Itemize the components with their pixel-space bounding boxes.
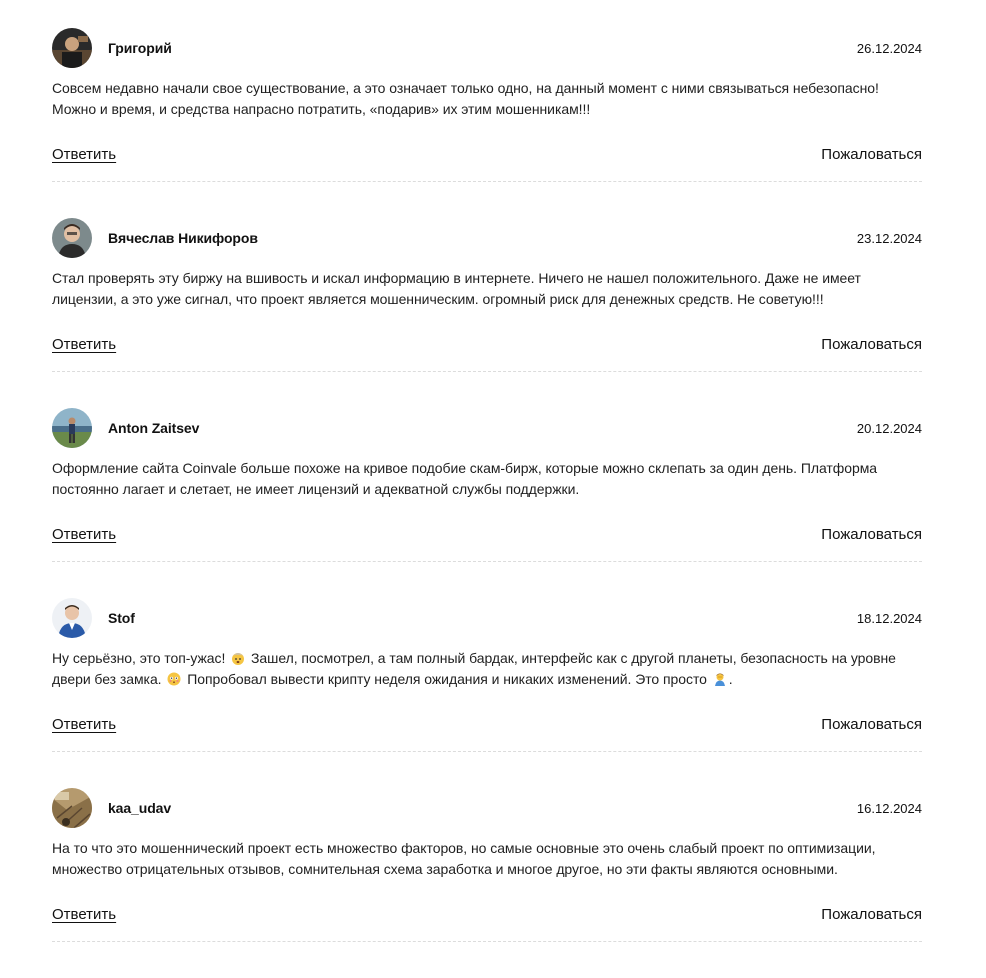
comment-item: Вячеслав Никифоров 23.12.2024 Стал прове… — [52, 218, 922, 408]
exploding-head-emoji-icon — [231, 650, 245, 665]
report-link[interactable]: Пожаловаться — [821, 526, 922, 543]
reply-link[interactable]: Ответить — [52, 716, 116, 733]
flushed-face-emoji-icon — [167, 671, 181, 686]
comment-text-part: На то что это мошеннический проект есть … — [52, 840, 876, 877]
reply-link[interactable]: Ответить — [52, 336, 116, 353]
comment-text: Ну серьёзно, это топ-ужас! Зашел, посмот… — [52, 648, 922, 690]
divider — [52, 751, 922, 752]
avatar[interactable] — [52, 28, 92, 68]
comment-text-part: . — [728, 671, 733, 687]
divider — [52, 181, 922, 182]
comment-text-part: Ну серьёзно, это топ-ужас! — [52, 650, 230, 666]
comment-item: Stof 18.12.2024 Ну серьёзно, это топ-ужа… — [52, 598, 922, 788]
comment-header: kaa_udav 16.12.2024 — [52, 788, 922, 828]
person-facepalming-emoji-icon — [713, 671, 727, 686]
avatar[interactable] — [52, 788, 92, 828]
author-name: Григорий — [108, 40, 172, 56]
divider — [52, 561, 922, 562]
comment-item: Anton Zaitsev 20.12.2024 Оформление сайт… — [52, 408, 922, 598]
comment-date: 23.12.2024 — [856, 230, 922, 246]
reply-link[interactable]: Ответить — [52, 526, 116, 543]
comment-actions: Ответить Пожаловаться — [52, 146, 922, 163]
comment-item: kaa_udav 16.12.2024 На то что это мошенн… — [52, 788, 922, 978]
reply-link[interactable]: Ответить — [52, 906, 116, 923]
comment-actions: Ответить Пожаловаться — [52, 526, 922, 543]
report-link[interactable]: Пожаловаться — [821, 716, 922, 733]
comment-text-part: Совсем недавно начали свое существование… — [52, 80, 879, 117]
comment-text: Оформление сайта Coinvale больше похоже … — [52, 458, 922, 500]
author-name: Stof — [108, 610, 135, 626]
comment-text-part: Оформление сайта Coinvale больше похоже … — [52, 460, 878, 497]
comment-header: Stof 18.12.2024 — [52, 598, 922, 638]
comment-text: Стал проверять эту биржу на вшивость и и… — [52, 268, 922, 310]
comment-text-part: Стал проверять эту биржу на вшивость и и… — [52, 270, 861, 307]
comment-date: 18.12.2024 — [856, 610, 922, 626]
comment-actions: Ответить Пожаловаться — [52, 906, 922, 923]
author-name: Anton Zaitsev — [108, 420, 200, 436]
avatar[interactable] — [52, 408, 92, 448]
comment-text-part: Попробовал вывести крипту неделя ожидани… — [183, 671, 711, 687]
divider — [52, 371, 922, 372]
report-link[interactable]: Пожаловаться — [821, 906, 922, 923]
author-name: kaa_udav — [108, 800, 172, 816]
report-link[interactable]: Пожаловаться — [821, 146, 922, 163]
comment-actions: Ответить Пожаловаться — [52, 336, 922, 353]
avatar[interactable] — [52, 598, 92, 638]
comment-actions: Ответить Пожаловаться — [52, 716, 922, 733]
comments-list: Григорий 26.12.2024 Совсем недавно начал… — [52, 0, 922, 978]
reply-link[interactable]: Ответить — [52, 146, 116, 163]
comment-date: 26.12.2024 — [856, 40, 922, 56]
comment-date: 16.12.2024 — [856, 800, 922, 816]
avatar[interactable] — [52, 218, 92, 258]
comment-header: Григорий 26.12.2024 — [52, 28, 922, 68]
divider — [52, 941, 922, 942]
comment-date: 20.12.2024 — [856, 420, 922, 436]
author-name: Вячеслав Никифоров — [108, 230, 258, 246]
report-link[interactable]: Пожаловаться — [821, 336, 922, 353]
comment-text: На то что это мошеннический проект есть … — [52, 838, 922, 880]
comment-text: Совсем недавно начали свое существование… — [52, 78, 922, 120]
comment-header: Вячеслав Никифоров 23.12.2024 — [52, 218, 922, 258]
comment-item: Григорий 26.12.2024 Совсем недавно начал… — [52, 28, 922, 218]
comment-header: Anton Zaitsev 20.12.2024 — [52, 408, 922, 448]
